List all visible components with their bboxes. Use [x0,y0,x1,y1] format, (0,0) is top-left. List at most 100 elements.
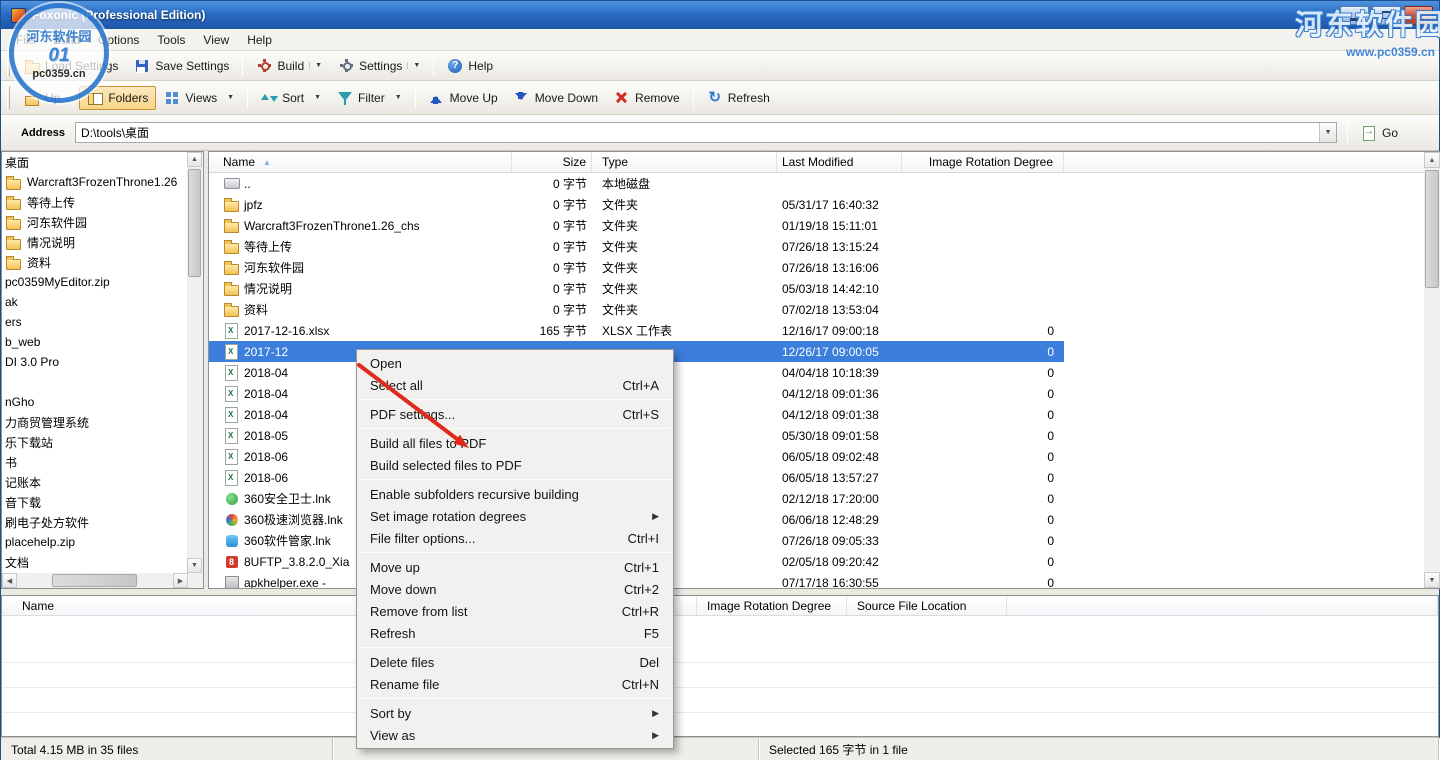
tree-item[interactable]: DI 3.0 Pro [2,352,188,372]
scroll-down-button[interactable]: ▼ [187,558,202,573]
tree-item[interactable]: 河东软件园 [2,212,188,232]
list-vertical-scrollbar[interactable]: ▲ ▼ [1424,152,1440,588]
build-button[interactable]: Build ▼ [248,54,330,78]
settings-button[interactable]: Settings ▼ [330,54,428,78]
tree-item[interactable]: 乐下载站 [2,432,188,452]
scroll-left-button[interactable]: ◀ [2,573,17,588]
views-dropdown-arrow[interactable]: ▼ [222,94,234,101]
context-menu-item[interactable]: Select allCtrl+A [357,374,673,396]
file-row[interactable]: ..0 字节本地磁盘 [209,173,1424,194]
move-up-button[interactable]: Move Up [421,86,506,110]
minimize-button[interactable] [1340,6,1369,25]
filter-dropdown-arrow[interactable]: ▼ [390,94,402,101]
menu-shortcut: Ctrl+I [628,531,659,546]
file-row[interactable]: 等待上传0 字节文件夹07/26/18 13:15:24 [209,236,1424,257]
tree-item[interactable]: 刷电子处方软件 [2,512,188,532]
filter-button[interactable]: Filter ▼ [329,86,410,110]
tree-item[interactable]: 记账本 [2,472,188,492]
tree-item[interactable]: ers [2,312,188,332]
menu-help[interactable]: Help [238,29,281,50]
tree-item[interactable] [2,372,188,392]
context-menu-item[interactable]: File filter options...Ctrl+I [357,527,673,549]
tree-item[interactable]: 等待上传 [2,192,188,212]
context-menu-item[interactable]: Rename fileCtrl+N [357,673,673,695]
context-menu-item[interactable]: Set image rotation degrees▶ [357,505,673,527]
context-menu-item[interactable]: Sort by▶ [357,702,673,724]
tree-item[interactable]: nGho [2,392,188,412]
file-row[interactable]: 情况说明0 字节文件夹05/03/18 14:42:10 [209,278,1424,299]
context-menu-item[interactable]: Build selected files to PDF [357,454,673,476]
go-button[interactable]: Go [1353,121,1406,145]
context-menu-item[interactable]: Build all files to PDF [357,432,673,454]
tree-item[interactable]: 音下载 [2,492,188,512]
tree-item[interactable]: 文档 [2,552,188,572]
tree-item[interactable]: pc0359MyEditor.zip [2,272,188,292]
bottom-column-header[interactable]: Image Rotation Degree [697,596,847,615]
bottom-column-header[interactable]: Source File Location [847,596,1007,615]
menu-build[interactable]: Build [44,29,89,50]
context-menu-item[interactable]: Open [357,352,673,374]
scroll-thumb[interactable] [52,574,137,587]
refresh-button[interactable]: Refresh [699,86,778,110]
up-button[interactable]: Up [16,86,68,110]
tree-item[interactable]: 力商贸管理系统 [2,412,188,432]
tree-horizontal-scrollbar[interactable]: ◀ ▶ [2,573,188,588]
tree-item[interactable]: b_web [2,332,188,352]
sort-button[interactable]: Sort ▼ [253,86,329,110]
views-button[interactable]: Views ▼ [156,86,242,110]
tree-item[interactable]: 桌面 [2,152,188,172]
file-row[interactable]: 2017-12-16.xlsx165 字节XLSX 工作表12/16/17 09… [209,320,1424,341]
column-header-name[interactable]: Name▲ [209,152,512,172]
tree-item[interactable]: placehelp.zip [2,532,188,552]
tree-item[interactable]: 资料 [2,252,188,272]
tree-vertical-scrollbar[interactable]: ▲ ▼ [187,152,203,573]
menu-view[interactable]: View [194,29,238,50]
column-header-mod[interactable]: Last Modified [777,152,902,172]
context-menu-item[interactable]: Move downCtrl+2 [357,578,673,600]
scroll-down-button[interactable]: ▼ [1424,572,1440,588]
toolbar-gripper[interactable] [7,86,10,109]
load-settings-button[interactable]: Load Settings [16,54,126,78]
file-row[interactable]: Warcraft3FrozenThrone1.26_chs0 字节文件夹01/1… [209,215,1424,236]
context-menu-item[interactable]: Enable subfolders recursive building [357,483,673,505]
tree-item[interactable]: Warcraft3FrozenThrone1.26 [2,172,188,192]
context-menu-item[interactable]: Delete filesDel [357,651,673,673]
folders-toggle-button[interactable]: Folders [79,86,156,110]
context-menu-item[interactable]: PDF settings...Ctrl+S [357,403,673,425]
context-menu-item[interactable]: RefreshF5 [357,622,673,644]
address-dropdown-arrow[interactable]: ▼ [1319,123,1336,142]
save-settings-button[interactable]: Save Settings [126,54,237,78]
remove-button[interactable]: Remove [606,86,688,110]
column-header-size[interactable]: Size [512,152,592,172]
scroll-up-button[interactable]: ▲ [187,152,202,167]
file-row[interactable]: jpfz0 字节文件夹05/31/17 16:40:32 [209,194,1424,215]
menu-options[interactable]: Options [89,29,148,50]
address-input[interactable] [76,123,1319,142]
scroll-thumb[interactable] [1425,170,1439,288]
file-row[interactable]: 河东软件园0 字节文件夹07/26/18 13:16:06 [209,257,1424,278]
scroll-thumb[interactable] [188,169,201,277]
build-dropdown-arrow[interactable]: ▼ [309,62,322,69]
column-header-type[interactable]: Type [592,152,777,172]
tree-item[interactable]: ak [2,292,188,312]
context-menu-item[interactable]: View as▶ [357,724,673,746]
maximize-button[interactable] [1372,6,1401,25]
help-button[interactable]: Help [439,54,501,78]
bottom-panel-body[interactable] [2,616,1438,736]
settings-dropdown-arrow[interactable]: ▼ [407,62,420,69]
file-row[interactable]: 资料0 字节文件夹07/02/18 13:53:04 [209,299,1424,320]
sort-dropdown-arrow[interactable]: ▼ [309,94,321,101]
context-menu-item[interactable]: Remove from listCtrl+R [357,600,673,622]
file-name-cell: 情况说明 [209,278,512,299]
scroll-up-button[interactable]: ▲ [1424,152,1440,168]
menu-tools[interactable]: Tools [148,29,194,50]
column-header-rot[interactable]: Image Rotation Degree [902,152,1064,172]
toolbar-gripper[interactable] [7,55,10,75]
close-button[interactable]: × [1404,6,1433,25]
tree-item[interactable]: 书 [2,452,188,472]
context-menu-item[interactable]: Move upCtrl+1 [357,556,673,578]
move-down-button[interactable]: Move Down [506,86,606,110]
menu-file[interactable]: File [7,29,44,50]
scroll-right-button[interactable]: ▶ [173,573,188,588]
tree-item[interactable]: 情况说明 [2,232,188,252]
